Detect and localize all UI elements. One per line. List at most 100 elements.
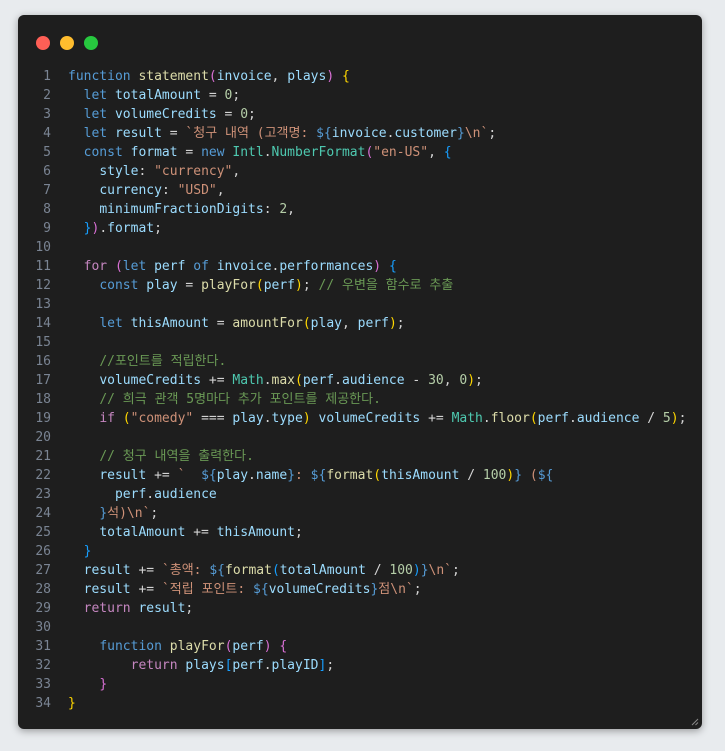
code-token: const [83, 145, 123, 160]
code-token: if [99, 411, 115, 426]
code-token: audience [154, 487, 217, 502]
code-token: perf [114, 487, 147, 502]
code-line: 30 [18, 618, 702, 637]
code-token: invoice [216, 69, 272, 84]
code-token: `청구 내역 (고객명: [185, 126, 317, 141]
code-token: 점\n` [378, 582, 414, 597]
code-token: customer [394, 126, 458, 141]
code-token: max [271, 373, 295, 388]
code-token: ; [232, 88, 241, 103]
code-token: result [99, 468, 147, 483]
code-token: - [404, 373, 429, 388]
code-token: performances [279, 259, 374, 274]
code-token: ; [413, 582, 422, 597]
code-token: perf [154, 259, 186, 274]
window-controls [36, 36, 98, 50]
code-token: style [99, 164, 139, 179]
line-number: 25 [35, 525, 51, 540]
code-token: ) [263, 639, 272, 654]
code-token: { [341, 69, 350, 84]
code-token: { [279, 639, 288, 654]
line-number: 5 [43, 145, 51, 160]
code-line: 2 let totalAmount = 0; [18, 86, 702, 105]
resize-grip-icon[interactable] [691, 718, 699, 726]
code-token: { [388, 259, 397, 274]
line-number: 16 [35, 354, 51, 369]
code-text: // 희극 관객 5명마다 추가 포인트를 제공한다. [68, 390, 381, 409]
code-text: function playFor(perf) { [68, 637, 287, 656]
code-token: 석)\n` [107, 506, 151, 521]
code-token: perf [537, 411, 569, 426]
code-token: : [138, 164, 155, 179]
code-line: 32 return plays[perf.playID]; [18, 656, 702, 675]
code-token: . [146, 487, 155, 502]
code-token: += [185, 525, 217, 540]
code-text: volumeCredits += Math.max(perf.audience … [68, 371, 483, 390]
code-token: format [326, 468, 374, 483]
code-token: ; [302, 278, 319, 293]
code-token: : [295, 468, 311, 483]
code-token: . [248, 468, 256, 483]
code-token: , [232, 164, 241, 179]
code-token: += [201, 373, 233, 388]
code-token: . [568, 411, 577, 426]
code-token: volumeCredits [114, 107, 217, 122]
code-token: result [138, 601, 186, 616]
code-text: return result; [68, 599, 194, 618]
code-text: totalAmount += thisAmount; [68, 523, 303, 542]
line-number: 3 [43, 107, 51, 122]
line-number: 1 [43, 69, 51, 84]
code-token: ) [373, 259, 382, 274]
code-block: 1 function statement(invoice, plays) {2 l… [18, 67, 702, 713]
code-token: format [107, 221, 155, 236]
code-token: play [216, 468, 249, 483]
close-button[interactable] [36, 36, 50, 50]
code-token: NumberFormat [271, 145, 366, 160]
code-line: 16 //포인트를 적립한다. [18, 352, 702, 371]
code-token: ` [177, 468, 202, 483]
code-token: thisAmount [216, 525, 295, 540]
code-token: = [216, 107, 241, 122]
code-token: ; [248, 107, 256, 122]
code-token: ( [295, 373, 303, 388]
code-token: perf [232, 658, 264, 673]
code-line: 31 function playFor(perf) { [18, 637, 702, 656]
code-token: return [83, 601, 131, 616]
code-token: minimumFractionDigits [99, 202, 264, 217]
code-token: } [457, 126, 465, 141]
minimize-button[interactable] [60, 36, 74, 50]
code-token: perf [263, 278, 296, 293]
code-line: 20 [18, 428, 702, 447]
code-token: "currency" [154, 164, 233, 179]
code-token: . [482, 411, 491, 426]
code-token: ; [326, 658, 335, 673]
code-token: ${ [537, 468, 554, 483]
code-token: } [99, 506, 108, 521]
code-token: . [99, 221, 108, 236]
line-number: 28 [35, 582, 51, 597]
code-token: volumeCredits [268, 582, 371, 597]
zoom-button[interactable] [84, 36, 98, 50]
code-text: style: "currency", [68, 162, 240, 181]
code-line: 5 const format = new Intl.NumberFormat("… [18, 143, 702, 162]
line-number: 26 [35, 544, 51, 559]
code-token: / [639, 411, 663, 426]
code-line: 10 [18, 238, 702, 257]
code-token: audience [341, 373, 405, 388]
code-token: , [271, 69, 288, 84]
code-token: ) [670, 411, 679, 426]
code-line: 34} [18, 694, 702, 713]
code-token: ( [529, 411, 538, 426]
code-token: ; [488, 126, 497, 141]
code-token: . [263, 145, 272, 160]
code-token: format [225, 563, 272, 578]
